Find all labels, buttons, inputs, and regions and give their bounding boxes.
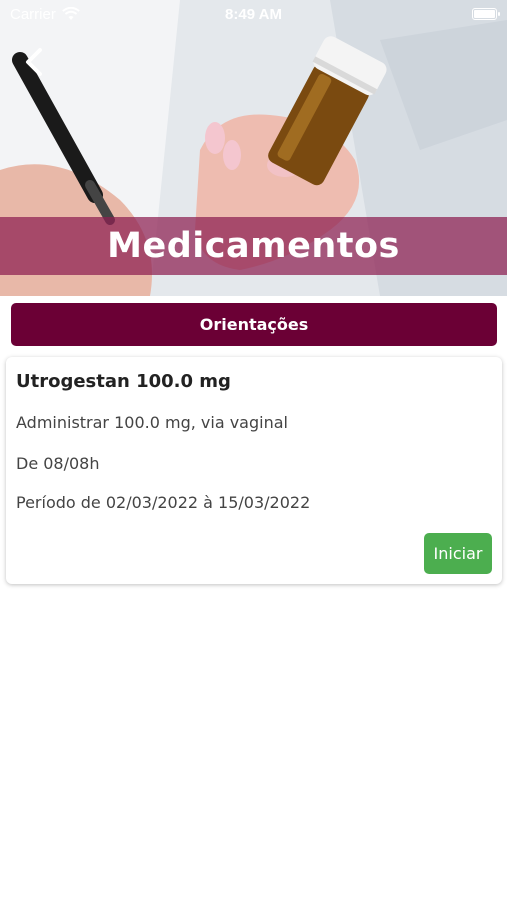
medication-schedule: De 08/08h <box>16 454 100 473</box>
status-time: 8:49 AM <box>225 5 282 23</box>
back-button[interactable] <box>14 42 54 82</box>
medication-name: Utrogestan 100.0 mg <box>16 371 231 392</box>
medication-administration: Administrar 100.0 mg, via vaginal <box>16 413 288 432</box>
orientations-button[interactable]: Orientações <box>11 303 497 346</box>
page-title: Medicamentos <box>107 226 400 266</box>
start-button[interactable]: Iniciar <box>424 533 492 574</box>
title-band: Medicamentos <box>0 217 507 275</box>
battery-icon <box>472 8 500 20</box>
header-banner: Carrier 8:49 AM Medicamentos <box>0 0 507 296</box>
status-bar: Carrier 8:49 AM <box>0 0 507 28</box>
medication-card: Utrogestan 100.0 mg Administrar 100.0 mg… <box>6 357 502 584</box>
chevron-left-icon <box>26 48 42 76</box>
medication-period: Período de 02/03/2022 à 15/03/2022 <box>16 493 311 512</box>
